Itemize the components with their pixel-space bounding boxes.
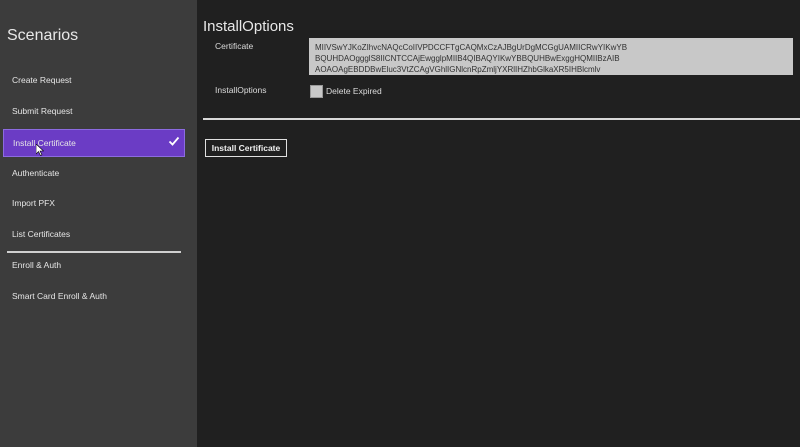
nav-item-label: Install Certificate [13, 138, 76, 148]
delete-expired-label: Delete Expired [326, 86, 382, 96]
nav-item-authenticate[interactable]: Authenticate [3, 159, 185, 187]
sidebar: Scenarios Create Request Submit Request … [0, 0, 197, 447]
certificate-text-line: BQUHDAOggglS8IICNTCCAjEwgglpMIIB4QIBAQYI… [315, 54, 620, 63]
certificate-label: Certificate [215, 41, 254, 51]
certificate-text-line: AOAOAgEBDDBwEluc3VtZCAgVGhlIGNlcnRpZmljY… [315, 65, 601, 74]
certificate-text-line: MIIVSwYJKoZIhvcNAQcCoIIVPDCCFTgCAQMxCzAJ… [315, 43, 628, 52]
nav-item-install-certificate[interactable]: Install Certificate [3, 129, 185, 157]
nav-item-label: Authenticate [12, 168, 60, 178]
nav-item-create-request[interactable]: Create Request [3, 66, 185, 94]
nav-item-label: Create Request [12, 75, 72, 85]
nav-item-label: List Certificates [12, 229, 71, 239]
section-divider [203, 118, 800, 120]
nav-item-list-certificates[interactable]: List Certificates [3, 220, 185, 248]
page-title: InstallOptions [203, 18, 294, 35]
nav-item-submit-request[interactable]: Submit Request [3, 97, 185, 125]
checkmark-icon [168, 136, 180, 146]
mouse-cursor-icon [36, 144, 44, 156]
certificate-textbox[interactable]: MIIVSwYJKoZIhvcNAQcCoIIVPDCCFTgCAQMxCzAJ… [309, 38, 793, 75]
nav-item-label: Enroll & Auth [12, 260, 62, 270]
install-options-label: InstallOptions [215, 85, 267, 95]
sidebar-title: Scenarios [7, 27, 79, 44]
nav-item-enroll-auth[interactable]: Enroll & Auth [3, 251, 185, 279]
nav-item-smart-card-enroll-auth[interactable]: Smart Card Enroll & Auth [3, 282, 185, 310]
nav-item-label: Submit Request [12, 106, 73, 116]
nav-item-import-pfx[interactable]: Import PFX [3, 189, 185, 217]
install-certificate-button[interactable]: Install Certificate [205, 139, 287, 157]
main-content: InstallOptions Certificate MIIVSwYJKoZIh… [197, 0, 800, 447]
delete-expired-checkbox[interactable] [310, 85, 323, 98]
nav-item-label: Smart Card Enroll & Auth [12, 291, 107, 301]
nav-item-label: Import PFX [12, 198, 55, 208]
